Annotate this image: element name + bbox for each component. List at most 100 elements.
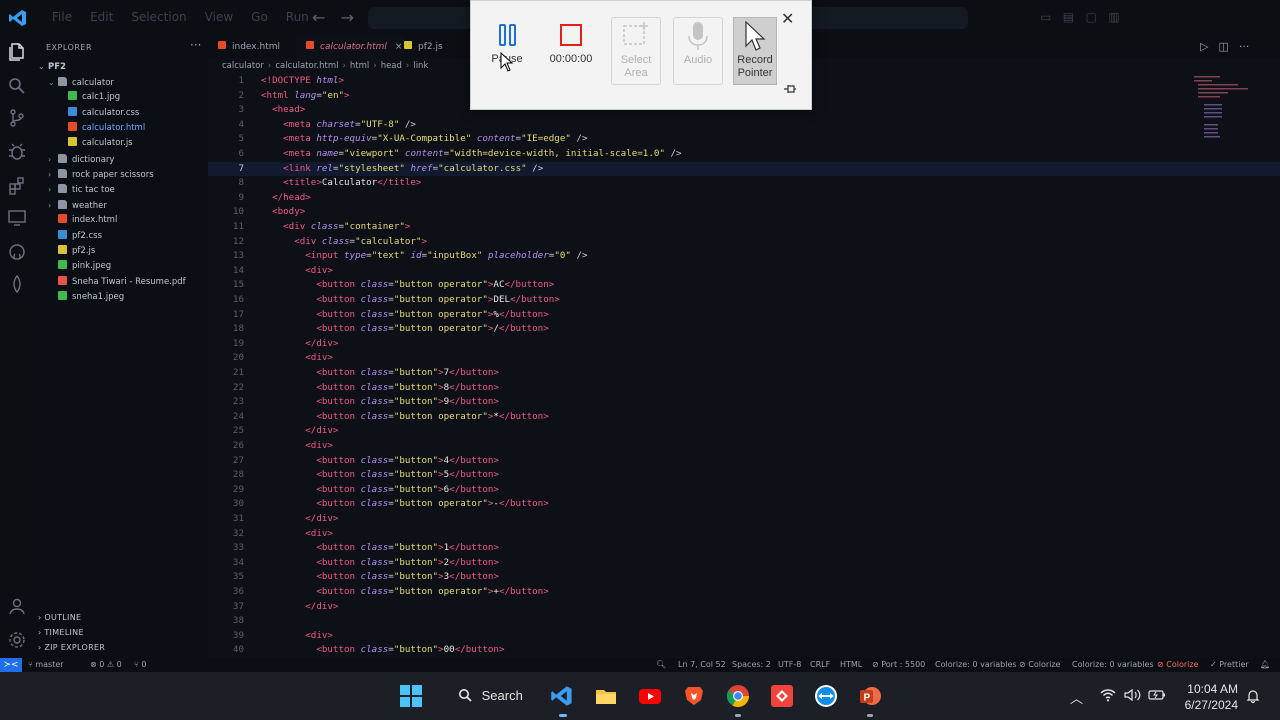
code-line[interactable]: 25 </div> xyxy=(208,424,1280,439)
folder-item[interactable]: › dictionary xyxy=(48,152,114,167)
zoom-icon[interactable]: 🔍︎ xyxy=(656,658,666,672)
file-item[interactable]: sneha1.jpeg xyxy=(48,290,124,305)
section-timeline[interactable]: › TIMELINE xyxy=(38,628,84,637)
teamviewer-icon[interactable] xyxy=(814,684,838,708)
system-clock[interactable]: 10:04 AM 6/27/2024 xyxy=(1178,681,1238,713)
code-line[interactable]: 33 <button class="button">1</button> xyxy=(208,541,1280,556)
editor-tab[interactable]: pf2.js xyxy=(394,36,464,58)
file-explorer-icon[interactable] xyxy=(594,684,618,708)
editor-tab[interactable]: calculator.html × xyxy=(296,36,404,58)
file-item[interactable]: calculator.html xyxy=(58,121,145,136)
breadcrumb-item[interactable]: link xyxy=(413,61,428,71)
account-icon[interactable] xyxy=(6,596,28,618)
menu-edit[interactable]: Edit xyxy=(90,10,113,24)
code-line[interactable]: 9 </head> xyxy=(208,191,1280,206)
remote-indicator-icon[interactable]: ≻< xyxy=(0,658,22,672)
code-line[interactable]: 17 <button class="button operator">%</bu… xyxy=(208,308,1280,323)
vscode-taskbar-icon[interactable] xyxy=(550,684,574,708)
code-line[interactable]: 8 <title>Calculator</title> xyxy=(208,176,1280,191)
notifications-icon[interactable]: 🔔︎ xyxy=(1260,658,1270,672)
folder-item[interactable]: › rock paper scissors xyxy=(48,167,154,182)
layout-controls[interactable]: ▭ ▤ ▢ ▥ xyxy=(1040,10,1120,24)
breadcrumb-item[interactable]: calculator xyxy=(222,61,264,71)
notification-center-icon[interactable] xyxy=(1245,688,1261,708)
code-line[interactable]: 10 <body> xyxy=(208,205,1280,220)
code-line[interactable]: 4 <meta charset="UTF-8" /> xyxy=(208,118,1280,133)
breadcrumb-item[interactable]: head xyxy=(381,61,402,71)
code-line[interactable]: 6 <meta name="viewport" content="width=d… xyxy=(208,147,1280,162)
code-line[interactable]: 18 <button class="button operator">/</bu… xyxy=(208,322,1280,337)
section-zip-explorer[interactable]: › ZIP EXPLORER xyxy=(38,643,105,652)
colorize-variables-2[interactable]: Colorize: 0 variables xyxy=(1072,658,1154,672)
code-line[interactable]: 19 </div> xyxy=(208,337,1280,352)
editor-actions[interactable]: ▷ ◫ ··· xyxy=(1200,40,1259,53)
code-line[interactable]: 40 <button class="button">00</button> xyxy=(208,643,1280,658)
code-line[interactable]: 16 <button class="button operator">DEL</… xyxy=(208,293,1280,308)
minimap[interactable] xyxy=(1190,74,1250,154)
live-server-port[interactable]: ⊘ Port : 5500 xyxy=(872,658,925,672)
breadcrumb-item[interactable]: calculator.html xyxy=(275,61,338,71)
audio-button[interactable]: Audio xyxy=(673,17,723,85)
powerpoint-icon[interactable]: P xyxy=(858,684,882,708)
editor-tab[interactable]: index.html xyxy=(208,36,306,58)
search-icon[interactable] xyxy=(6,76,28,98)
code-line[interactable]: 38 xyxy=(208,614,1280,629)
ports-status[interactable]: ⑂ 0 xyxy=(134,658,146,672)
code-line[interactable]: 22 <button class="button">8</button> xyxy=(208,381,1280,396)
code-line[interactable]: 30 <button class="button operator">-</bu… xyxy=(208,497,1280,512)
code-line[interactable]: 11 <div class="container"> xyxy=(208,220,1280,235)
menu-view[interactable]: View xyxy=(205,10,233,24)
code-line[interactable]: 12 <div class="calculator"> xyxy=(208,235,1280,250)
menu-go[interactable]: Go xyxy=(251,10,268,24)
show-hidden-icons-icon[interactable]: ︿ xyxy=(1070,688,1083,707)
github-icon[interactable] xyxy=(6,242,28,264)
file-item[interactable]: calculator.css xyxy=(58,106,139,121)
file-item[interactable]: calc1.jpg xyxy=(58,90,120,105)
file-item[interactable]: index.html xyxy=(48,213,117,228)
code-line[interactable]: 26 <div> xyxy=(208,439,1280,454)
indentation[interactable]: Spaces: 2 xyxy=(732,658,771,672)
colorize-toggle-2[interactable]: ⊘ Colorize xyxy=(1157,658,1198,672)
more-actions-icon[interactable]: ··· xyxy=(190,38,201,52)
code-line[interactable]: 36 <button class="button operator">+</bu… xyxy=(208,585,1280,600)
code-editor[interactable]: 1 <!DOCTYPE html> 2 <html lang="en"> 3 <head… xyxy=(208,74,1280,658)
stop-button[interactable]: 00:00:00 xyxy=(547,17,595,83)
file-item[interactable]: pink.jpeg xyxy=(48,259,111,274)
forward-icon[interactable]: → xyxy=(341,8,354,27)
run-icon[interactable]: ▷ xyxy=(1200,40,1208,53)
workspace-root[interactable]: ⌄ PF2 xyxy=(38,59,66,74)
wifi-icon[interactable] xyxy=(1100,688,1116,706)
pin-icon[interactable] xyxy=(783,83,797,98)
cursor-position[interactable]: Ln 7, Col 52 xyxy=(678,658,726,672)
split-editor-icon[interactable]: ◫ xyxy=(1218,40,1228,53)
select-area-button[interactable]: Select Area xyxy=(611,17,661,85)
menu-file[interactable]: File xyxy=(52,10,72,24)
nav-arrows[interactable]: ← → xyxy=(312,8,354,27)
youtube-icon[interactable] xyxy=(638,684,662,708)
colorize-toggle[interactable]: ⊘ Colorize xyxy=(1019,658,1060,672)
menu-run[interactable]: Run xyxy=(286,10,309,24)
code-line[interactable]: 27 <button class="button">4</button> xyxy=(208,454,1280,469)
code-line[interactable]: 35 <button class="button">3</button> xyxy=(208,570,1280,585)
code-line[interactable]: 14 <div> xyxy=(208,264,1280,279)
remote-explorer-icon[interactable] xyxy=(6,208,28,230)
code-line[interactable]: 37 </div> xyxy=(208,600,1280,615)
source-control-icon[interactable] xyxy=(6,108,28,130)
anydesk-icon[interactable] xyxy=(770,684,794,708)
section-outline[interactable]: › OUTLINE xyxy=(38,613,81,622)
explorer-icon[interactable] xyxy=(6,42,28,64)
extensions-icon[interactable] xyxy=(6,176,28,198)
folder-item[interactable]: › weather xyxy=(48,198,107,213)
volume-icon[interactable] xyxy=(1124,688,1142,706)
battery-icon[interactable] xyxy=(1148,688,1166,706)
code-line[interactable]: 20 <div> xyxy=(208,351,1280,366)
taskbar-search[interactable]: Search xyxy=(448,682,530,710)
file-item[interactable]: Sneha Tiwari - Resume.pdf xyxy=(48,275,186,290)
brave-browser-icon[interactable] xyxy=(682,684,706,708)
colorize-variables[interactable]: Colorize: 0 variables xyxy=(935,658,1017,672)
language-mode[interactable]: HTML xyxy=(840,658,862,672)
code-line[interactable]: 24 <button class="button operator">*</bu… xyxy=(208,410,1280,425)
more-icon[interactable]: ··· xyxy=(1239,40,1250,53)
code-line[interactable]: 13 <input type="text" id="inputBox" plac… xyxy=(208,249,1280,264)
branch-status[interactable]: ⑂ master xyxy=(28,658,64,672)
